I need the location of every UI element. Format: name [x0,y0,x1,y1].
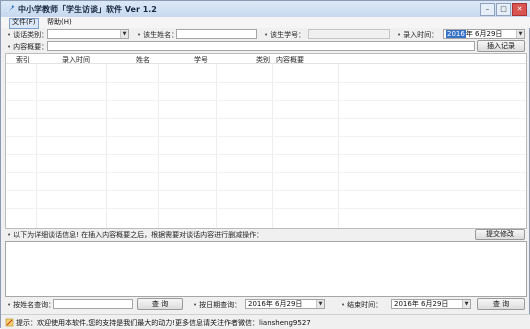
pencil-icon [5,318,14,327]
end-time-label-text: 结束时间： [347,301,383,309]
submit-changes-button[interactable]: 提交修改 [475,229,525,240]
student-id-label-text: 该生学号： [270,31,306,39]
date-query-label: • 按日期查询： [193,300,241,310]
end-date-picker[interactable]: 2016年 6月29日 ▼ [391,299,471,309]
menu-help[interactable]: 帮助(H) [45,18,74,27]
name-query-label-text: 按姓名查询： [13,301,56,309]
summary-label-text: 内容概要： [13,43,49,51]
grid-row-line [6,208,526,209]
table-header: 索引 录入时间 姓名 学号 类别 内容概要 [6,54,526,64]
column-header-summary[interactable]: 内容概要 [276,55,304,65]
column-header-name[interactable]: 姓名 [136,55,150,65]
records-table[interactable]: 索引 录入时间 姓名 学号 类别 内容概要 [5,53,527,229]
grid-divider [106,64,107,228]
insert-record-button[interactable]: 插入记录 [477,40,525,52]
window-controls: – □ ✕ [479,3,527,16]
chevron-down-icon[interactable]: ▼ [316,300,324,308]
grid-row-line [6,172,526,173]
start-date-value: 2016年 6月29日 [248,300,303,308]
bullet-icon: • [7,301,12,309]
summary-label: • 内容概要： [7,42,48,52]
grid-divider [272,64,273,228]
start-date-picker[interactable]: 2016年 6月29日 ▼ [245,299,325,309]
chevron-down-icon[interactable]: ▼ [516,30,524,38]
name-query-label: • 按姓名查询： [7,300,55,310]
window-title: 中小学教师「学生访谈」软件 Ver 1.2 [18,5,157,14]
name-query-input[interactable] [53,299,133,309]
column-header-index[interactable]: 索引 [16,55,30,65]
detail-textarea[interactable] [5,241,527,297]
column-header-entry-time[interactable]: 录入时间 [62,55,90,65]
student-id-input[interactable] [308,29,390,39]
end-time-label: • 结束时间： [341,300,382,310]
bullet-icon: • [193,301,198,309]
chevron-down-icon[interactable]: ▼ [120,30,128,38]
entry-time-label-text: 录入时间： [403,31,439,39]
bullet-icon: • [7,231,12,239]
category-label-text: 谈话类别： [13,31,49,39]
column-header-student-id[interactable]: 学号 [194,55,208,65]
detail-info: • 以下为详细谈话信息! 在插入内容概要之后，根据需要对谈话内容进行删减操作： [7,230,263,240]
category-label: • 谈话类别： [7,30,48,40]
name-query-button[interactable]: 查 询 [137,298,183,310]
status-message: 提示：欢迎使用本软件,您的支持是我们最大的动力!更多信息请关注作者微信：lian… [16,318,311,328]
bullet-icon: • [341,301,346,309]
end-date-value: 2016年 6月29日 [394,300,449,308]
grid-row-line [6,154,526,155]
menu-file[interactable]: 文件(F) [9,18,39,29]
date-query-button[interactable]: 查 询 [477,298,525,310]
bullet-icon: • [137,31,142,39]
minimize-icon[interactable]: – [480,3,495,16]
name-label-text: 该生姓名： [143,31,179,39]
grid-row-line [6,136,526,137]
chevron-down-icon[interactable]: ▼ [462,300,470,308]
grid-divider [216,64,217,228]
student-name-input[interactable] [176,29,257,39]
bullet-icon: • [264,31,269,39]
status-bar: 提示：欢迎使用本软件,您的支持是我们最大的动力!更多信息请关注作者微信：lian… [1,314,530,329]
menu-bar: 文件(F) 帮助(H) [1,17,530,29]
name-label: • 该生姓名： [137,30,178,40]
status-text: 欢迎使用本软件,您的支持是我们最大的动力!更多信息请关注作者微信：lianshe… [37,319,311,327]
column-header-category[interactable]: 类别 [256,55,270,65]
detail-info-row: • 以下为详细谈话信息! 在插入内容概要之后，根据需要对谈话内容进行删减操作： 提… [5,229,527,240]
app-window: 中小学教师「学生访谈」软件 Ver 1.2 – □ ✕ 文件(F) 帮助(H) • 谈… [0,0,530,329]
title-bar: 中小学教师「学生访谈」软件 Ver 1.2 – □ ✕ [1,1,530,17]
grid-row-line [6,190,526,191]
maximize-icon[interactable]: □ [496,3,511,16]
entry-time-picker[interactable]: 2016年 6月29日 ▼ [443,29,525,39]
entry-time-rest: 年 6月29日 [465,30,503,38]
summary-input[interactable] [47,41,475,51]
student-id-label: • 该生学号： [264,30,305,40]
entry-time-year: 2016 [446,30,466,38]
grid-divider [338,64,339,228]
bullet-icon: • [397,31,402,39]
grid-divider [36,64,37,228]
status-prefix: 提示： [16,319,37,327]
app-feather-icon [6,5,14,13]
close-icon[interactable]: ✕ [512,3,527,16]
date-query-label-text: 按日期查询： [199,301,242,309]
grid-row-line [6,118,526,119]
grid-divider [158,64,159,228]
grid-row-line [6,82,526,83]
category-combobox[interactable]: ▼ [47,29,129,39]
detail-info-text: 以下为详细谈话信息! 在插入内容概要之后，根据需要对谈话内容进行删减操作： [13,231,264,239]
grid-row-line [6,100,526,101]
entry-time-value: 2016年 6月29日 [446,30,502,39]
bullet-icon: • [7,31,12,39]
bullet-icon: • [7,43,12,51]
entry-time-label: • 录入时间： [397,30,438,40]
